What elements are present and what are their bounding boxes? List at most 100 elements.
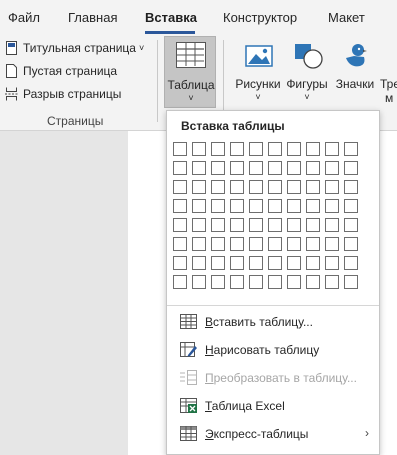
grid-cell[interactable] (287, 237, 301, 251)
grid-cell[interactable] (173, 275, 187, 289)
grid-cell[interactable] (344, 237, 358, 251)
grid-cell[interactable] (249, 161, 263, 175)
grid-cell[interactable] (211, 180, 225, 194)
grid-cell[interactable] (325, 199, 339, 213)
grid-cell[interactable] (192, 275, 206, 289)
grid-cell[interactable] (306, 275, 320, 289)
grid-cell[interactable] (173, 256, 187, 270)
grid-cell[interactable] (249, 180, 263, 194)
grid-cell[interactable] (230, 218, 244, 232)
grid-cell[interactable] (173, 161, 187, 175)
grid-cell[interactable] (325, 161, 339, 175)
grid-cell[interactable] (211, 199, 225, 213)
blank-page-button[interactable]: Пустая страница (5, 62, 117, 80)
grid-cell[interactable] (230, 256, 244, 270)
grid-cell[interactable] (230, 275, 244, 289)
grid-cell[interactable] (287, 142, 301, 156)
grid-cell[interactable] (192, 180, 206, 194)
grid-cell[interactable] (325, 218, 339, 232)
pictures-button[interactable]: Рисунки ˅ (233, 38, 283, 108)
grid-cell[interactable] (211, 142, 225, 156)
grid-cell[interactable] (344, 256, 358, 270)
grid-cell[interactable] (306, 199, 320, 213)
grid-cell[interactable] (192, 218, 206, 232)
grid-cell[interactable] (306, 256, 320, 270)
grid-cell[interactable] (173, 180, 187, 194)
grid-cell[interactable] (287, 256, 301, 270)
grid-cell[interactable] (268, 180, 282, 194)
grid-cell[interactable] (230, 237, 244, 251)
grid-cell[interactable] (230, 199, 244, 213)
grid-cell[interactable] (287, 199, 301, 213)
grid-cell[interactable] (325, 142, 339, 156)
grid-cell[interactable] (268, 161, 282, 175)
grid-cell[interactable] (249, 218, 263, 232)
grid-cell[interactable] (344, 161, 358, 175)
grid-cell[interactable] (268, 218, 282, 232)
grid-cell[interactable] (192, 199, 206, 213)
grid-cell[interactable] (268, 237, 282, 251)
grid-cell[interactable] (306, 218, 320, 232)
grid-cell[interactable] (287, 180, 301, 194)
page-break-button[interactable]: Разрыв страницы (5, 85, 121, 103)
grid-cell[interactable] (192, 161, 206, 175)
grid-cell[interactable] (211, 275, 225, 289)
grid-cell[interactable] (173, 142, 187, 156)
grid-cell[interactable] (306, 180, 320, 194)
grid-cell[interactable] (325, 275, 339, 289)
grid-cell[interactable] (306, 237, 320, 251)
grid-cell[interactable] (249, 256, 263, 270)
icons-button[interactable]: Значки (330, 38, 380, 108)
grid-cell[interactable] (173, 218, 187, 232)
grid-cell[interactable] (287, 275, 301, 289)
tab-home[interactable]: Главная (68, 10, 117, 25)
insert-table-menu-item[interactable]: Вставить таблицу... (167, 308, 379, 336)
grid-cell[interactable] (230, 142, 244, 156)
excel-table-menu-item[interactable]: Таблица Excel (167, 392, 379, 420)
grid-cell[interactable] (344, 199, 358, 213)
grid-cell[interactable] (249, 237, 263, 251)
grid-cell[interactable] (192, 237, 206, 251)
grid-cell[interactable] (344, 142, 358, 156)
grid-cell[interactable] (306, 142, 320, 156)
grid-cell[interactable] (192, 142, 206, 156)
grid-cell[interactable] (344, 180, 358, 194)
grid-cell[interactable] (173, 199, 187, 213)
grid-cell[interactable] (173, 237, 187, 251)
grid-cell[interactable] (268, 275, 282, 289)
grid-cell[interactable] (211, 256, 225, 270)
grid-cell[interactable] (268, 142, 282, 156)
tab-insert[interactable]: Вставка (145, 10, 197, 25)
grid-cell[interactable] (325, 180, 339, 194)
grid-cell[interactable] (287, 218, 301, 232)
grid-cell[interactable] (249, 199, 263, 213)
tab-file[interactable]: Файл (8, 10, 40, 25)
grid-cell[interactable] (211, 218, 225, 232)
grid-cell[interactable] (230, 180, 244, 194)
tab-design[interactable]: Конструктор (223, 10, 297, 25)
grid-cell[interactable] (268, 199, 282, 213)
tab-layout[interactable]: Макет (328, 10, 365, 25)
grid-cell[interactable] (249, 142, 263, 156)
more-button-label-part[interactable]: Тре (380, 77, 397, 91)
grid-cell[interactable] (230, 161, 244, 175)
cover-page-button[interactable]: Титульная страница ˅ (5, 39, 144, 57)
grid-cell[interactable] (211, 237, 225, 251)
grid-cell[interactable] (344, 275, 358, 289)
grid-cell[interactable] (325, 256, 339, 270)
grid-cell[interactable] (249, 275, 263, 289)
grid-cell[interactable] (192, 256, 206, 270)
grid-cell[interactable] (325, 237, 339, 251)
chevron-down-icon: ˅ (188, 93, 194, 103)
quick-tables-menu-item[interactable]: Экспресс-таблицы › (167, 420, 379, 448)
draw-table-menu-item[interactable]: Нарисовать таблицу (167, 336, 379, 364)
grid-cell[interactable] (344, 218, 358, 232)
table-button[interactable]: Таблица ˅ (164, 36, 216, 108)
grid-cell[interactable] (211, 161, 225, 175)
grid-cell[interactable] (287, 161, 301, 175)
shapes-button[interactable]: Фигуры ˅ (282, 38, 332, 108)
grid-cell[interactable] (306, 161, 320, 175)
pages-group-label: Страницы (47, 114, 104, 128)
convert-to-table-menu-item: Преобразовать в таблицу... (167, 364, 379, 392)
grid-cell[interactable] (268, 256, 282, 270)
